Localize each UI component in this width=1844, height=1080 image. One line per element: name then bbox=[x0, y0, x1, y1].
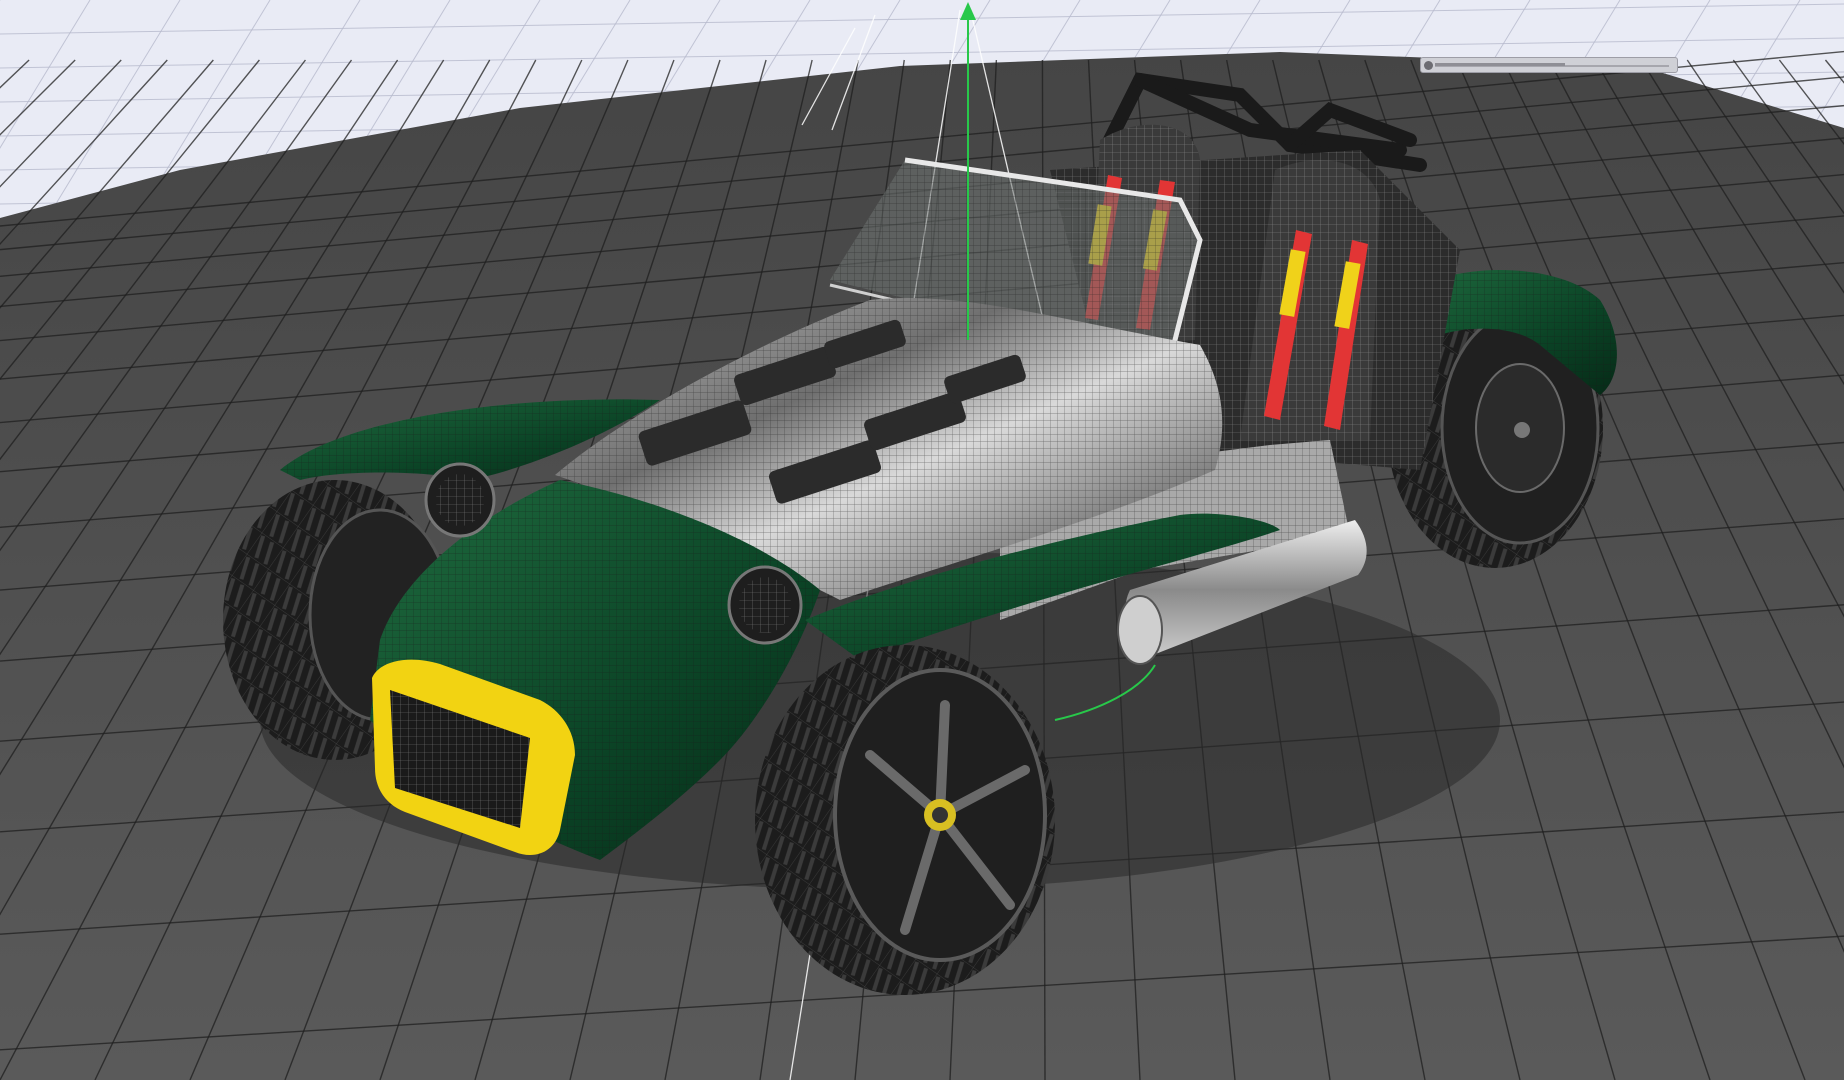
slider-handle[interactable] bbox=[1424, 61, 1433, 70]
scene-canvas[interactable] bbox=[0, 0, 1844, 1080]
right-headlight[interactable] bbox=[727, 565, 803, 645]
slider-fill bbox=[1435, 63, 1565, 66]
left-headlight[interactable] bbox=[424, 462, 496, 538]
3d-viewport[interactable] bbox=[0, 0, 1844, 1080]
view-slider[interactable] bbox=[1420, 57, 1678, 73]
front-right-wheel[interactable] bbox=[755, 645, 1055, 995]
